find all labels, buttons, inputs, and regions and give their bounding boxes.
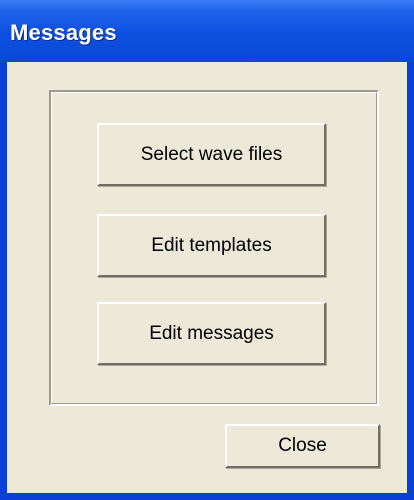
title-bar[interactable]: Messages xyxy=(0,0,414,62)
dialog-body: Select wave files Edit templates Edit me… xyxy=(7,62,407,493)
close-button[interactable]: Close xyxy=(225,424,380,468)
window-title: Messages xyxy=(10,20,117,45)
messages-window: Messages Select wave files Edit template… xyxy=(0,0,414,500)
select-wave-files-button[interactable]: Select wave files xyxy=(97,123,326,186)
edit-templates-button[interactable]: Edit templates xyxy=(97,214,326,277)
edit-messages-button[interactable]: Edit messages xyxy=(97,302,326,365)
